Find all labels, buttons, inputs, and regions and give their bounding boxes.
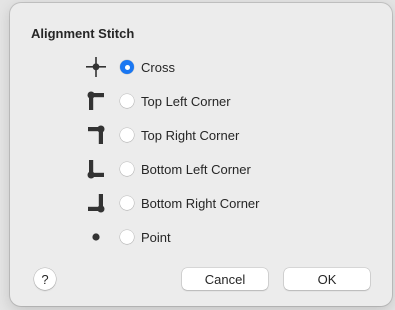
- option-label: Top Right Corner: [141, 127, 240, 143]
- point-icon: [76, 225, 116, 249]
- radio-point[interactable]: [120, 230, 134, 244]
- radio-bottom-right-corner[interactable]: [120, 196, 134, 210]
- option-label: Cross: [141, 59, 175, 75]
- bottom-left-corner-icon: [76, 157, 116, 181]
- ok-button[interactable]: OK: [284, 268, 370, 290]
- option-point[interactable]: Point: [76, 224, 366, 250]
- radio-top-right-corner[interactable]: [120, 128, 134, 142]
- radio-cross[interactable]: [120, 60, 134, 74]
- radio-bottom-left-corner[interactable]: [120, 162, 134, 176]
- cross-stitch-icon: [76, 55, 116, 79]
- bottom-right-corner-icon: [76, 191, 116, 215]
- option-label: Point: [141, 229, 171, 245]
- option-label: Bottom Left Corner: [141, 161, 251, 177]
- option-cross[interactable]: Cross: [76, 54, 366, 80]
- cancel-button[interactable]: Cancel: [182, 268, 268, 290]
- option-top-right-corner[interactable]: Top Right Corner: [76, 122, 366, 148]
- dialog-title: Alignment Stitch: [31, 26, 135, 41]
- option-bottom-right-corner[interactable]: Bottom Right Corner: [76, 190, 366, 216]
- help-button[interactable]: ?: [34, 268, 56, 290]
- option-label: Bottom Right Corner: [141, 195, 260, 211]
- option-top-left-corner[interactable]: Top Left Corner: [76, 88, 366, 114]
- option-bottom-left-corner[interactable]: Bottom Left Corner: [76, 156, 366, 182]
- top-right-corner-icon: [76, 123, 116, 147]
- radio-top-left-corner[interactable]: [120, 94, 134, 108]
- top-left-corner-icon: [76, 89, 116, 113]
- option-label: Top Left Corner: [141, 93, 231, 109]
- alignment-stitch-dialog: Alignment Stitch Cross Top Left Corner T…: [10, 3, 392, 306]
